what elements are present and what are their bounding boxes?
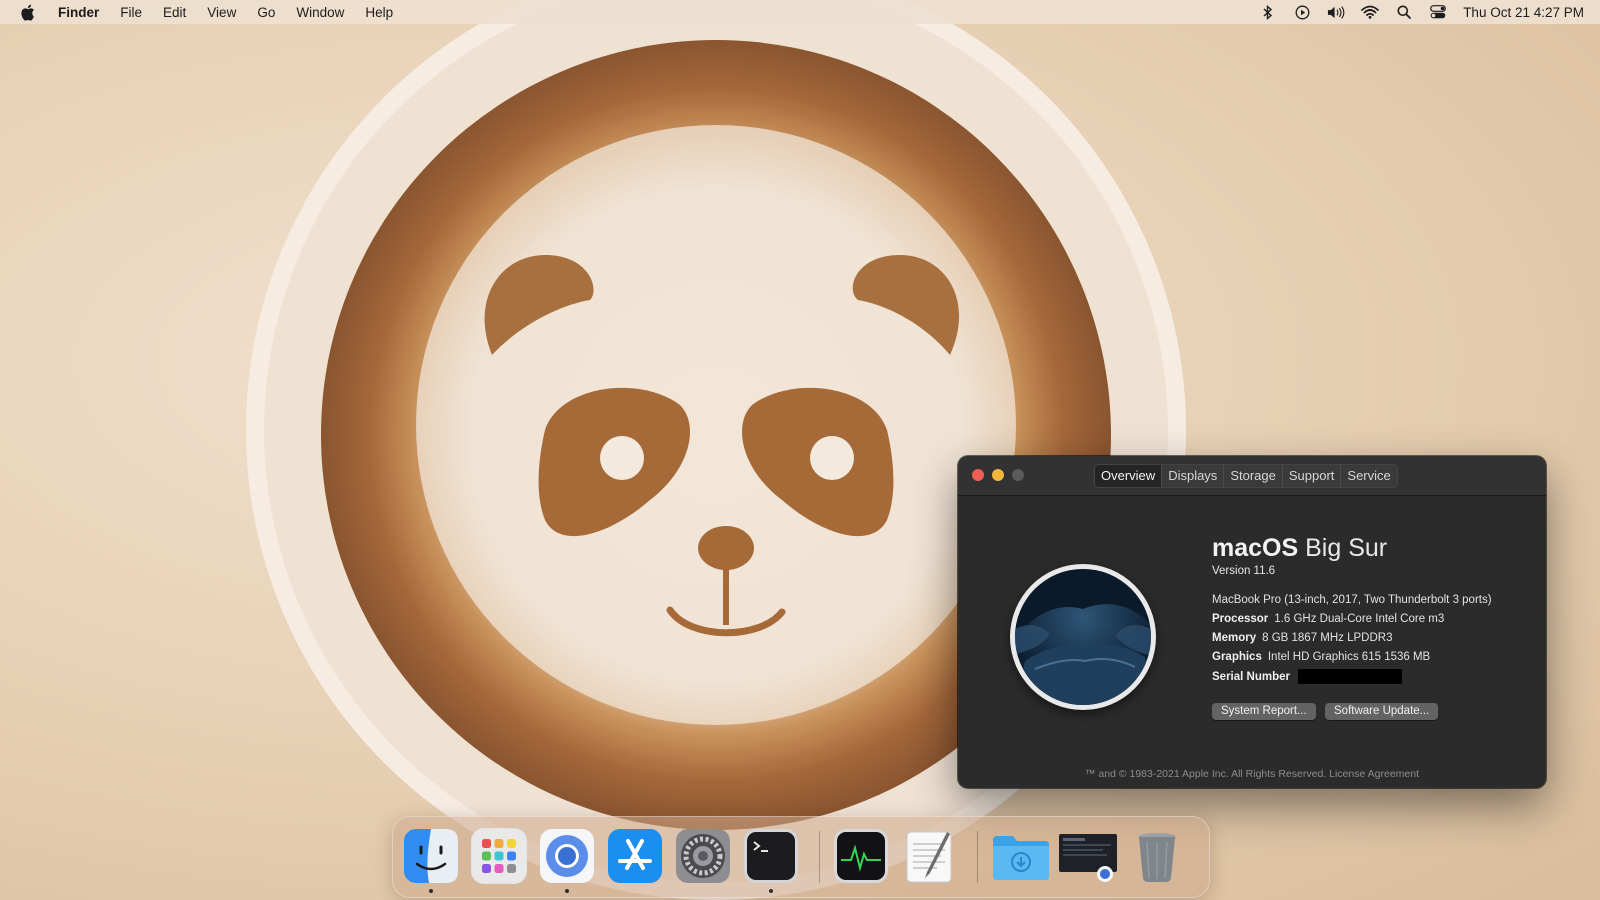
running-indicator	[769, 889, 773, 893]
model-name: MacBook Pro (13-inch, 2017, Two Thunderb…	[1212, 594, 1492, 606]
system-preferences-icon[interactable]	[675, 828, 731, 884]
spec-processor: Processor 1.6 GHz Dual-Core Intel Core m3	[1212, 613, 1444, 625]
dock-separator	[977, 831, 978, 883]
spec-label: Graphics	[1212, 651, 1262, 663]
launchpad-icon[interactable]	[471, 828, 527, 884]
system-report-button[interactable]: System Report...	[1212, 703, 1316, 720]
spec-memory: Memory 8 GB 1867 MHz LPDDR3	[1212, 632, 1393, 644]
os-version: Version 11.6	[1212, 565, 1276, 577]
menu-help[interactable]: Help	[365, 5, 393, 20]
wifi-icon[interactable]	[1361, 3, 1380, 21]
spec-value: 1.6 GHz Dual-Core Intel Core m3	[1274, 613, 1445, 625]
tab-displays[interactable]: Displays	[1162, 465, 1225, 487]
spec-value: 8 GB 1867 MHz LPDDR3	[1262, 632, 1393, 644]
apple-menu-icon[interactable]	[20, 3, 36, 21]
menu-file[interactable]: File	[120, 5, 142, 20]
copyright-footer: ™ and © 1983-2021 Apple Inc. All Rights …	[1084, 768, 1420, 780]
macos-big-sur-image	[1010, 564, 1156, 710]
menu-edit[interactable]: Edit	[163, 5, 186, 20]
spec-label: Memory	[1212, 632, 1257, 644]
menu-window[interactable]: Window	[296, 5, 344, 20]
spec-value: Intel HD Graphics 615 1536 MB	[1267, 651, 1431, 663]
trash-icon[interactable]	[1129, 828, 1185, 884]
volume-icon[interactable]	[1327, 3, 1345, 21]
menu-app-name[interactable]: Finder	[58, 5, 99, 20]
running-indicator	[565, 889, 569, 893]
minimize-window-button[interactable]	[992, 469, 1004, 481]
tab-service[interactable]: Service	[1341, 465, 1396, 487]
dock-separator	[819, 831, 820, 883]
terminal-icon[interactable]	[743, 828, 799, 884]
spec-label: Serial Number	[1212, 670, 1290, 683]
tab-support[interactable]: Support	[1283, 465, 1342, 487]
dock	[392, 816, 1210, 898]
now-playing-icon[interactable]	[1293, 3, 1311, 21]
os-name: macOS	[1212, 534, 1299, 562]
menu-go[interactable]: Go	[257, 5, 275, 20]
spec-serial-number: Serial Number	[1212, 669, 1402, 684]
window-titlebar[interactable]: Overview Displays Storage Support Servic…	[958, 456, 1546, 496]
about-this-mac-window: Overview Displays Storage Support Servic…	[958, 456, 1546, 788]
activity-monitor-icon[interactable]	[833, 828, 889, 884]
zoom-window-button	[1012, 469, 1024, 481]
control-center-icon[interactable]	[1429, 3, 1447, 21]
bluetooth-icon[interactable]	[1259, 3, 1277, 21]
os-title: macOS Big Sur	[1212, 534, 1387, 563]
downloads-folder-icon[interactable]	[991, 828, 1049, 884]
chromium-icon[interactable]	[539, 828, 595, 884]
overview-panel: macOS Big Sur Version 11.6 MacBook Pro (…	[958, 496, 1546, 788]
redacted-serial-box	[1297, 669, 1402, 684]
menu-view[interactable]: View	[207, 5, 236, 20]
finder-icon[interactable]	[403, 828, 459, 884]
app-store-icon[interactable]	[607, 828, 663, 884]
tab-bar: Overview Displays Storage Support Servic…	[1094, 464, 1398, 488]
spec-label: Processor	[1212, 613, 1269, 625]
menu-bar-clock[interactable]: Thu Oct 21 4:27 PM	[1463, 5, 1584, 20]
software-update-button[interactable]: Software Update...	[1325, 703, 1439, 720]
running-indicator	[429, 889, 433, 893]
tab-overview[interactable]: Overview	[1095, 465, 1163, 487]
screenshot-stack-icon[interactable]	[1057, 828, 1119, 884]
menu-bar: Finder File Edit View Go Window Help Thu…	[0, 0, 1600, 24]
os-release-name: Big Sur	[1305, 534, 1388, 562]
spotlight-search-icon[interactable]	[1395, 3, 1413, 21]
tab-storage[interactable]: Storage	[1224, 465, 1283, 487]
textedit-icon[interactable]	[901, 828, 957, 884]
spec-graphics: Graphics Intel HD Graphics 615 1536 MB	[1212, 651, 1430, 663]
close-window-button[interactable]	[972, 469, 984, 481]
